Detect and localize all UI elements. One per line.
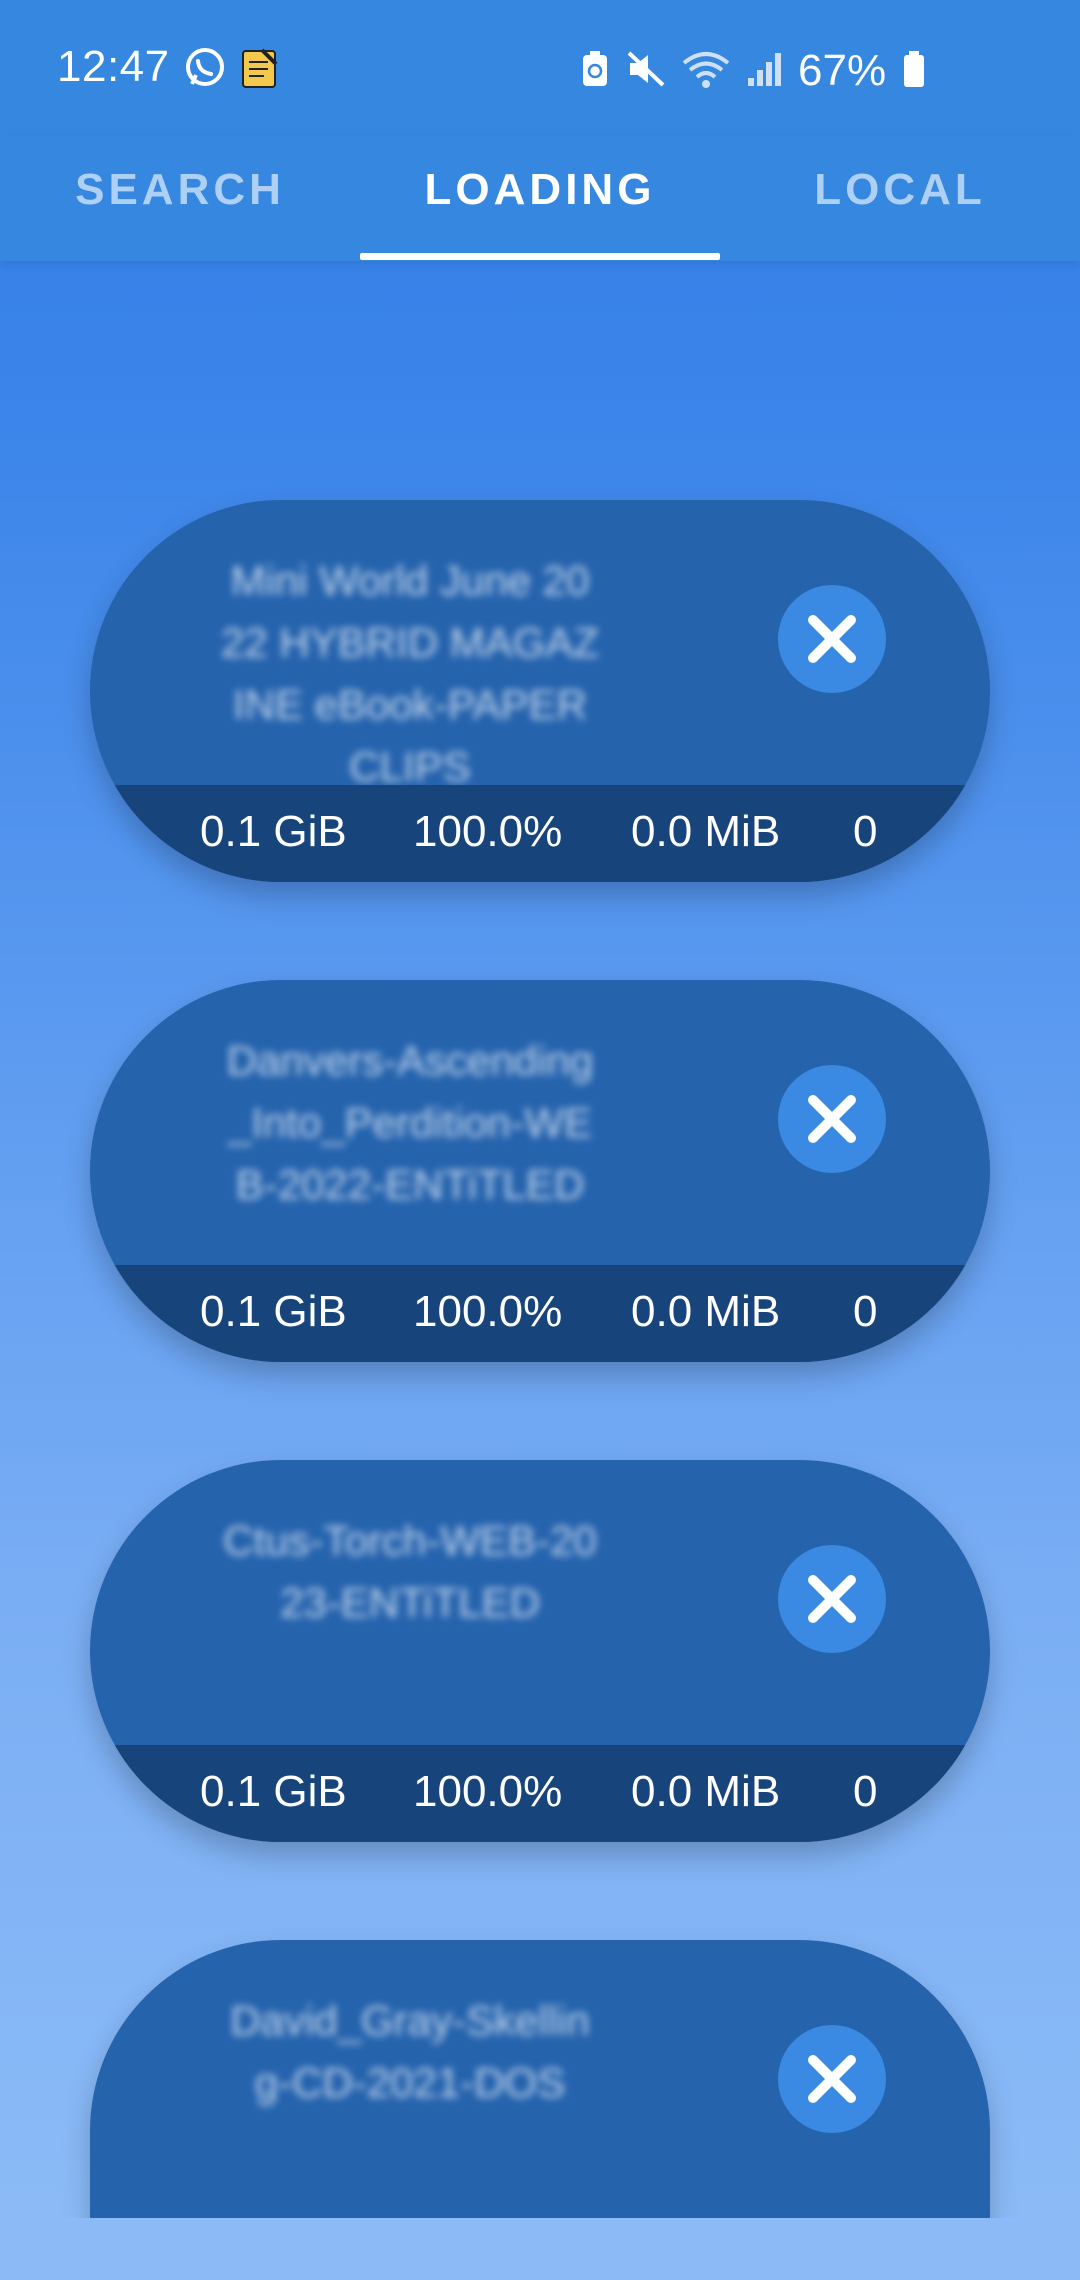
download-progress: 100.0% <box>413 807 563 856</box>
cancel-download-button[interactable] <box>778 585 886 693</box>
tab-bar: SEARCH LOADING LOCAL <box>0 135 1080 261</box>
close-icon <box>808 2055 856 2103</box>
download-size: 0.1 GiB <box>200 807 347 856</box>
close-icon <box>808 1095 856 1143</box>
status-system-icons: 67% <box>580 46 926 96</box>
whatsapp-icon <box>184 46 226 95</box>
download-speed: 0.0 MiB <box>631 807 781 856</box>
download-size: 0.1 GiB <box>200 1767 347 1816</box>
download-title: Ctus-Torch-WEB-2023-ENTiTLED <box>223 1517 597 1626</box>
download-item[interactable]: Danvers-Ascending_Into_Perdition-WEB-202… <box>90 980 990 1362</box>
wifi-icon <box>682 49 730 94</box>
status-time: 12:47 <box>57 42 170 91</box>
download-speed: 0.0 MiB <box>631 1767 781 1816</box>
download-title: Danvers-Ascending_Into_Perdition-WEB-202… <box>226 1037 594 1208</box>
status-bar: 12:47 67% <box>0 0 1080 135</box>
download-title: Mini World June 2022 HYBRID MAGAZINE eBo… <box>220 557 600 790</box>
close-icon <box>808 1575 856 1623</box>
cancel-download-button[interactable] <box>778 1065 886 1173</box>
battery-icon <box>902 50 926 93</box>
download-progress: 100.0% <box>413 1287 563 1336</box>
active-tab-indicator <box>360 253 720 260</box>
download-stats: 0.1 GiB 100.0% 0.0 MiB 0 <box>90 1265 990 1362</box>
notes-app-icon <box>240 46 280 95</box>
download-peers: 0 <box>853 1767 878 1816</box>
cancel-download-button[interactable] <box>778 2025 886 2133</box>
close-icon <box>808 615 856 663</box>
download-peers: 0 <box>853 807 878 856</box>
download-size: 0.1 GiB <box>200 1287 347 1336</box>
tab-loading[interactable]: LOADING <box>360 165 720 235</box>
mute-icon <box>626 50 666 93</box>
download-stats: 0.1 GiB 100.0% 0.0 MiB 0 <box>90 1745 990 1842</box>
list-bottom-edge <box>0 2218 1080 2280</box>
download-progress: 100.0% <box>413 1767 563 1816</box>
tab-local[interactable]: LOCAL <box>760 165 1040 235</box>
battery-saver-icon <box>580 50 610 93</box>
signal-icon <box>746 50 782 93</box>
download-item[interactable]: Mini World June 2022 HYBRID MAGAZINE eBo… <box>90 500 990 882</box>
download-stats: 0.1 GiB 100.0% 0.0 MiB 0 <box>90 785 990 882</box>
battery-percent: 67% <box>798 46 887 95</box>
download-peers: 0 <box>853 1287 878 1336</box>
download-speed: 0.0 MiB <box>631 1287 781 1336</box>
cancel-download-button[interactable] <box>778 1545 886 1653</box>
download-item[interactable]: David_Gray-Skelling-CD-2021-DOS <box>90 1940 990 2220</box>
download-title: David_Gray-Skelling-CD-2021-DOS <box>230 1997 590 2106</box>
download-item[interactable]: Ctus-Torch-WEB-2023-ENTiTLED 0.1 GiB 100… <box>90 1460 990 1842</box>
tab-search[interactable]: SEARCH <box>40 165 320 235</box>
status-notification-icons <box>184 46 280 95</box>
